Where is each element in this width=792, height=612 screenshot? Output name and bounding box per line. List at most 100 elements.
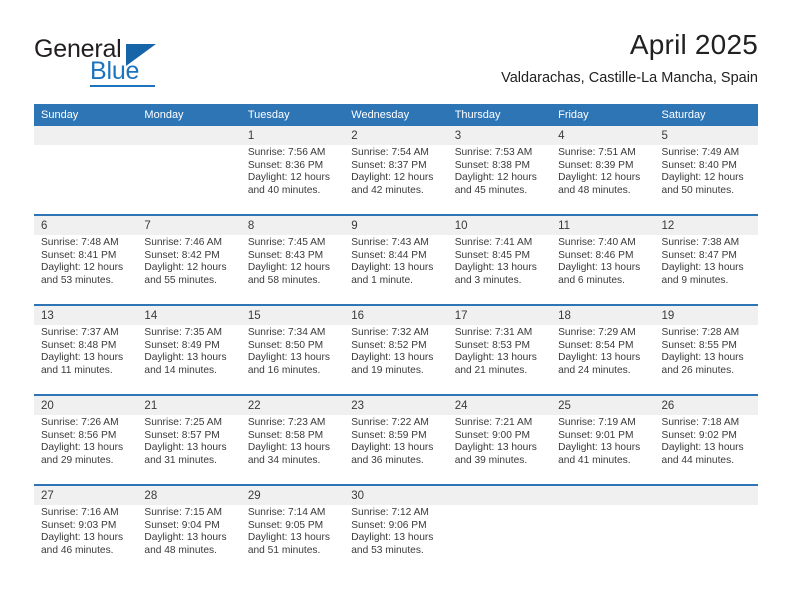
daylight-text: Daylight: 13 hours and 39 minutes. (454, 442, 537, 466)
day-number-cell[interactable]: 9 (344, 214, 448, 235)
sunrise-text: Sunrise: 7:35 AM (144, 327, 223, 338)
day-detail-cell: Sunrise: 7:15 AM Sunset: 9:04 PM Daylight:… (137, 505, 241, 575)
daylight-text: Daylight: 13 hours and 26 minutes. (661, 352, 744, 376)
week-daynumber-row: 13 14 15 16 17 18 19 (34, 304, 758, 325)
day-detail-cell: Sunrise: 7:51 AM Sunset: 8:39 PM Daylight:… (551, 145, 655, 215)
week-daynumber-row: 6 7 8 9 10 11 12 (34, 214, 758, 235)
week-daynumber-row: 12345 (34, 126, 758, 145)
daylight-text: Daylight: 13 hours and 34 minutes. (247, 442, 330, 466)
general-blue-logo[interactable]: General Blue (34, 36, 204, 88)
weekday-header-sunday: Sunday (34, 104, 138, 126)
sunrise-text: Sunrise: 7:18 AM (661, 417, 740, 428)
day-detail-cell: Sunrise: 7:41 AM Sunset: 8:45 PM Daylight:… (447, 235, 552, 305)
daylight-text: Daylight: 12 hours and 55 minutes. (144, 262, 227, 286)
weekday-header-tuesday: Tuesday (240, 104, 345, 126)
day-number-cell[interactable]: 26 (654, 394, 758, 415)
sunrise-text: Sunrise: 7:22 AM (351, 417, 429, 428)
daylight-text: Daylight: 13 hours and 3 minutes. (454, 262, 537, 286)
sunset-text: Sunset: 8:43 PM (247, 249, 324, 261)
sunrise-text: Sunrise: 7:45 AM (247, 237, 326, 248)
sunrise-sunset-calendar-table: Sunday Monday Tuesday Wednesday Thursday… (34, 104, 758, 575)
empty-detail-cell (447, 505, 552, 575)
sunset-text: Sunset: 8:57 PM (144, 429, 220, 441)
day-detail-cell: Sunrise: 7:14 AM Sunset: 9:05 PM Daylight:… (240, 505, 345, 575)
day-detail-cell: Sunrise: 7:40 AM Sunset: 8:46 PM Daylight:… (551, 235, 655, 305)
day-number-cell[interactable]: 18 (551, 304, 655, 325)
day-number-cell[interactable]: 17 (447, 304, 552, 325)
weekday-header-saturday: Saturday (654, 104, 758, 126)
day-number-cell[interactable]: 6 (34, 214, 138, 235)
sunrise-text: Sunrise: 7:43 AM (351, 237, 429, 248)
day-number-cell[interactable]: 16 (344, 304, 448, 325)
day-number-cell[interactable]: 4 (551, 126, 655, 145)
day-number-cell[interactable]: 14 (137, 304, 241, 325)
sunset-text: Sunset: 9:05 PM (247, 519, 324, 531)
sunset-text: Sunset: 8:58 PM (247, 429, 324, 441)
empty-detail-cell (654, 505, 758, 575)
daylight-text: Daylight: 13 hours and 41 minutes. (558, 442, 641, 466)
sunset-text: Sunset: 8:50 PM (247, 339, 324, 351)
day-number-cell[interactable]: 7 (137, 214, 241, 235)
day-number-cell[interactable]: 15 (240, 304, 345, 325)
day-detail-cell: Sunrise: 7:22 AM Sunset: 8:59 PM Daylight:… (344, 415, 448, 485)
weekday-header-monday: Monday (137, 104, 241, 126)
day-detail-cell: Sunrise: 7:12 AM Sunset: 9:06 PM Daylight:… (344, 505, 448, 575)
day-number-cell[interactable]: 30 (344, 484, 448, 505)
daylight-text: Daylight: 12 hours and 45 minutes. (454, 172, 537, 196)
sunrise-text: Sunrise: 7:48 AM (41, 237, 119, 248)
daylight-text: Daylight: 13 hours and 48 minutes. (144, 532, 227, 556)
day-number-cell[interactable]: 22 (240, 394, 345, 415)
day-number-cell[interactable]: 21 (137, 394, 241, 415)
logo-underline (90, 85, 155, 87)
sunset-text: Sunset: 8:39 PM (558, 159, 634, 171)
day-number-cell[interactable]: 19 (654, 304, 758, 325)
sunrise-text: Sunrise: 7:26 AM (41, 417, 119, 428)
daylight-text: Daylight: 13 hours and 1 minute. (351, 262, 434, 286)
sunset-text: Sunset: 8:46 PM (558, 249, 634, 261)
day-number-cell[interactable]: 2 (344, 126, 448, 145)
day-number-cell[interactable]: 13 (34, 304, 138, 325)
day-number-cell[interactable]: 27 (34, 484, 138, 505)
day-detail-cell: Sunrise: 7:26 AM Sunset: 8:56 PM Daylight:… (34, 415, 138, 485)
day-number-cell[interactable]: 10 (447, 214, 552, 235)
sunrise-text: Sunrise: 7:31 AM (454, 327, 533, 338)
sunrise-text: Sunrise: 7:56 AM (247, 147, 326, 158)
sunrise-text: Sunrise: 7:41 AM (454, 237, 533, 248)
empty-day-cell (34, 126, 138, 145)
weekday-header-wednesday: Wednesday (344, 104, 448, 126)
sunset-text: Sunset: 9:02 PM (661, 429, 737, 441)
daylight-text: Daylight: 13 hours and 51 minutes. (247, 532, 330, 556)
daylight-text: Daylight: 13 hours and 16 minutes. (247, 352, 330, 376)
day-number-cell[interactable]: 8 (240, 214, 345, 235)
daylight-text: Daylight: 12 hours and 48 minutes. (558, 172, 641, 196)
day-detail-cell: Sunrise: 7:46 AM Sunset: 8:42 PM Daylight:… (137, 235, 241, 305)
daylight-text: Daylight: 13 hours and 6 minutes. (558, 262, 641, 286)
day-number-cell[interactable]: 11 (551, 214, 655, 235)
day-number-cell[interactable]: 20 (34, 394, 138, 415)
day-number-cell[interactable]: 24 (447, 394, 552, 415)
sunrise-text: Sunrise: 7:37 AM (41, 327, 119, 338)
week-detail-row: Sunrise: 7:48 AM Sunset: 8:41 PM Daylight:… (34, 235, 758, 305)
day-number-cell[interactable]: 28 (137, 484, 241, 505)
sunrise-text: Sunrise: 7:49 AM (661, 147, 740, 158)
sunset-text: Sunset: 9:00 PM (454, 429, 531, 441)
day-number-cell[interactable]: 1 (240, 126, 345, 145)
day-number-cell[interactable]: 23 (344, 394, 448, 415)
week-daynumber-row: 20 21 22 23 24 25 26 (34, 394, 758, 415)
sunset-text: Sunset: 8:41 PM (41, 249, 117, 261)
sunset-text: Sunset: 8:49 PM (144, 339, 220, 351)
day-number-cell[interactable]: 29 (240, 484, 345, 505)
day-number-cell[interactable]: 12 (654, 214, 758, 235)
sunset-text: Sunset: 8:37 PM (351, 159, 427, 171)
sunrise-text: Sunrise: 7:34 AM (247, 327, 326, 338)
empty-day-cell (654, 484, 758, 505)
day-number-cell[interactable]: 3 (447, 126, 552, 145)
daylight-text: Daylight: 13 hours and 21 minutes. (454, 352, 537, 376)
week-detail-row: Sunrise: 7:26 AM Sunset: 8:56 PM Daylight:… (34, 415, 758, 485)
day-number-cell[interactable]: 25 (551, 394, 655, 415)
daylight-text: Daylight: 12 hours and 42 minutes. (351, 172, 434, 196)
sunrise-text: Sunrise: 7:46 AM (144, 237, 223, 248)
day-detail-cell: Sunrise: 7:23 AM Sunset: 8:58 PM Daylight:… (240, 415, 345, 485)
day-number-cell[interactable]: 5 (654, 126, 758, 145)
sunset-text: Sunset: 8:56 PM (41, 429, 117, 441)
